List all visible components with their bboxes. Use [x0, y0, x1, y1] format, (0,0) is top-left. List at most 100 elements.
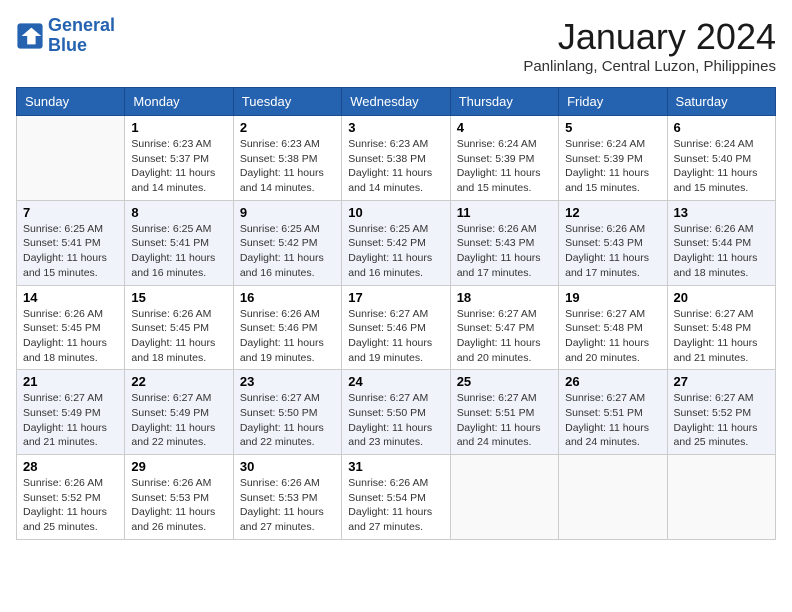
calendar-cell: 10 Sunrise: 6:25 AMSunset: 5:42 PMDayligh… [342, 200, 450, 285]
calendar-cell [559, 455, 667, 540]
day-number: 23 [240, 374, 335, 389]
calendar-cell: 21 Sunrise: 6:27 AMSunset: 5:49 PMDayligh… [17, 370, 125, 455]
day-number: 12 [565, 205, 660, 220]
calendar-cell: 28 Sunrise: 6:26 AMSunset: 5:52 PMDayligh… [17, 455, 125, 540]
calendar-cell: 6Sunrise: 6:24 AMSunset: 5:40 PMDaylight… [667, 116, 775, 201]
day-number: 3 [348, 120, 443, 135]
cell-info: Sunrise: 6:26 AMSunset: 5:52 PMDaylight:… [23, 476, 118, 535]
calendar-cell: 17Sunrise: 6:27 AMSunset: 5:46 PMDayligh… [342, 285, 450, 370]
calendar-cell: 4 Sunrise: 6:24 AMSunset: 5:39 PMDaylight… [450, 116, 558, 201]
day-header-thursday: Thursday [450, 88, 558, 116]
cell-info: Sunrise: 6:26 AMSunset: 5:53 PMDaylight:… [240, 476, 335, 535]
day-header-friday: Friday [559, 88, 667, 116]
calendar-cell: 5 Sunrise: 6:24 AMSunset: 5:39 PMDaylight… [559, 116, 667, 201]
logo: General Blue [16, 16, 115, 56]
calendar-cell: 29 Sunrise: 6:26 AMSunset: 5:53 PMDayligh… [125, 455, 233, 540]
calendar-cell: 8 Sunrise: 6:25 AMSunset: 5:41 PMDaylight… [125, 200, 233, 285]
day-number: 26 [565, 374, 660, 389]
day-number: 18 [457, 290, 552, 305]
cell-info: Sunrise: 6:26 AMSunset: 5:46 PMDaylight:… [240, 307, 335, 366]
day-header-monday: Monday [125, 88, 233, 116]
cell-info: Sunrise: 6:27 AMSunset: 5:51 PMDaylight:… [565, 391, 660, 450]
cell-info: Sunrise: 6:24 AMSunset: 5:39 PMDaylight:… [565, 137, 660, 196]
calendar-cell: 22 Sunrise: 6:27 AMSunset: 5:49 PMDayligh… [125, 370, 233, 455]
page-header: General Blue January 2024 Panlinlang, Ce… [16, 16, 776, 75]
calendar-cell [450, 455, 558, 540]
day-number: 28 [23, 459, 118, 474]
cell-info: Sunrise: 6:27 AMSunset: 5:47 PMDaylight:… [457, 307, 552, 366]
cell-info: Sunrise: 6:26 AMSunset: 5:43 PMDaylight:… [457, 222, 552, 281]
calendar-week-row: 28 Sunrise: 6:26 AMSunset: 5:52 PMDayligh… [17, 455, 776, 540]
calendar-cell: 12 Sunrise: 6:26 AMSunset: 5:43 PMDayligh… [559, 200, 667, 285]
cell-info: Sunrise: 6:23 AMSunset: 5:38 PMDaylight:… [348, 137, 443, 196]
cell-info: Sunrise: 6:24 AMSunset: 5:39 PMDaylight:… [457, 137, 552, 196]
calendar-cell: 26 Sunrise: 6:27 AMSunset: 5:51 PMDayligh… [559, 370, 667, 455]
cell-info: Sunrise: 6:26 AMSunset: 5:44 PMDaylight:… [674, 222, 769, 281]
day-number: 13 [674, 205, 769, 220]
calendar-cell: 3 Sunrise: 6:23 AMSunset: 5:38 PMDaylight… [342, 116, 450, 201]
cell-info: Sunrise: 6:25 AMSunset: 5:42 PMDaylight:… [348, 222, 443, 281]
day-number: 31 [348, 459, 443, 474]
day-number: 6 [674, 120, 769, 135]
day-number: 5 [565, 120, 660, 135]
day-number: 20 [674, 290, 769, 305]
cell-info: Sunrise: 6:27 AMSunset: 5:50 PMDaylight:… [348, 391, 443, 450]
calendar-week-row: 7 Sunrise: 6:25 AMSunset: 5:41 PMDaylight… [17, 200, 776, 285]
day-number: 17 [348, 290, 443, 305]
cell-info: Sunrise: 6:27 AMSunset: 5:52 PMDaylight:… [674, 391, 769, 450]
cell-info: Sunrise: 6:25 AMSunset: 5:41 PMDaylight:… [23, 222, 118, 281]
cell-info: Sunrise: 6:27 AMSunset: 5:49 PMDaylight:… [23, 391, 118, 450]
cell-info: Sunrise: 6:27 AMSunset: 5:50 PMDaylight:… [240, 391, 335, 450]
day-header-sunday: Sunday [17, 88, 125, 116]
calendar-table: SundayMondayTuesdayWednesdayThursdayFrid… [16, 87, 776, 540]
day-number: 10 [348, 205, 443, 220]
calendar-cell: 27Sunrise: 6:27 AMSunset: 5:52 PMDayligh… [667, 370, 775, 455]
cell-info: Sunrise: 6:26 AMSunset: 5:45 PMDaylight:… [23, 307, 118, 366]
calendar-cell: 23 Sunrise: 6:27 AMSunset: 5:50 PMDayligh… [233, 370, 341, 455]
location: Panlinlang, Central Luzon, Philippines [523, 58, 776, 75]
calendar-cell: 25Sunrise: 6:27 AMSunset: 5:51 PMDayligh… [450, 370, 558, 455]
cell-info: Sunrise: 6:27 AMSunset: 5:49 PMDaylight:… [131, 391, 226, 450]
cell-info: Sunrise: 6:23 AMSunset: 5:37 PMDaylight:… [131, 137, 226, 196]
calendar-cell: 18 Sunrise: 6:27 AMSunset: 5:47 PMDayligh… [450, 285, 558, 370]
calendar-cell: 19Sunrise: 6:27 AMSunset: 5:48 PMDayligh… [559, 285, 667, 370]
day-number: 4 [457, 120, 552, 135]
day-header-wednesday: Wednesday [342, 88, 450, 116]
cell-info: Sunrise: 6:25 AMSunset: 5:42 PMDaylight:… [240, 222, 335, 281]
day-number: 22 [131, 374, 226, 389]
calendar-cell [667, 455, 775, 540]
calendar-cell: 9Sunrise: 6:25 AMSunset: 5:42 PMDaylight… [233, 200, 341, 285]
calendar-cell: 11 Sunrise: 6:26 AMSunset: 5:43 PMDayligh… [450, 200, 558, 285]
calendar-week-row: 1 Sunrise: 6:23 AMSunset: 5:37 PMDaylight… [17, 116, 776, 201]
day-number: 15 [131, 290, 226, 305]
calendar-week-row: 14 Sunrise: 6:26 AMSunset: 5:45 PMDayligh… [17, 285, 776, 370]
calendar-cell: 13 Sunrise: 6:26 AMSunset: 5:44 PMDayligh… [667, 200, 775, 285]
calendar-cell: 24Sunrise: 6:27 AMSunset: 5:50 PMDayligh… [342, 370, 450, 455]
logo-text: General Blue [48, 16, 115, 56]
calendar-cell: 16 Sunrise: 6:26 AMSunset: 5:46 PMDayligh… [233, 285, 341, 370]
title-area: January 2024 Panlinlang, Central Luzon, … [523, 16, 776, 75]
day-number: 8 [131, 205, 226, 220]
day-number: 14 [23, 290, 118, 305]
day-number: 7 [23, 205, 118, 220]
calendar-cell: 1 Sunrise: 6:23 AMSunset: 5:37 PMDaylight… [125, 116, 233, 201]
calendar-cell: 14 Sunrise: 6:26 AMSunset: 5:45 PMDayligh… [17, 285, 125, 370]
day-number: 1 [131, 120, 226, 135]
day-number: 16 [240, 290, 335, 305]
cell-info: Sunrise: 6:26 AMSunset: 5:45 PMDaylight:… [131, 307, 226, 366]
cell-info: Sunrise: 6:27 AMSunset: 5:51 PMDaylight:… [457, 391, 552, 450]
calendar-cell: 2Sunrise: 6:23 AMSunset: 5:38 PMDaylight… [233, 116, 341, 201]
cell-info: Sunrise: 6:27 AMSunset: 5:48 PMDaylight:… [674, 307, 769, 366]
cell-info: Sunrise: 6:26 AMSunset: 5:43 PMDaylight:… [565, 222, 660, 281]
calendar-cell: 20 Sunrise: 6:27 AMSunset: 5:48 PMDayligh… [667, 285, 775, 370]
month-title: January 2024 [523, 16, 776, 58]
day-number: 29 [131, 459, 226, 474]
day-header-tuesday: Tuesday [233, 88, 341, 116]
day-number: 11 [457, 205, 552, 220]
cell-info: Sunrise: 6:26 AMSunset: 5:53 PMDaylight:… [131, 476, 226, 535]
cell-info: Sunrise: 6:23 AMSunset: 5:38 PMDaylight:… [240, 137, 335, 196]
cell-info: Sunrise: 6:25 AMSunset: 5:41 PMDaylight:… [131, 222, 226, 281]
calendar-cell: 30 Sunrise: 6:26 AMSunset: 5:53 PMDayligh… [233, 455, 341, 540]
day-number: 21 [23, 374, 118, 389]
day-number: 30 [240, 459, 335, 474]
